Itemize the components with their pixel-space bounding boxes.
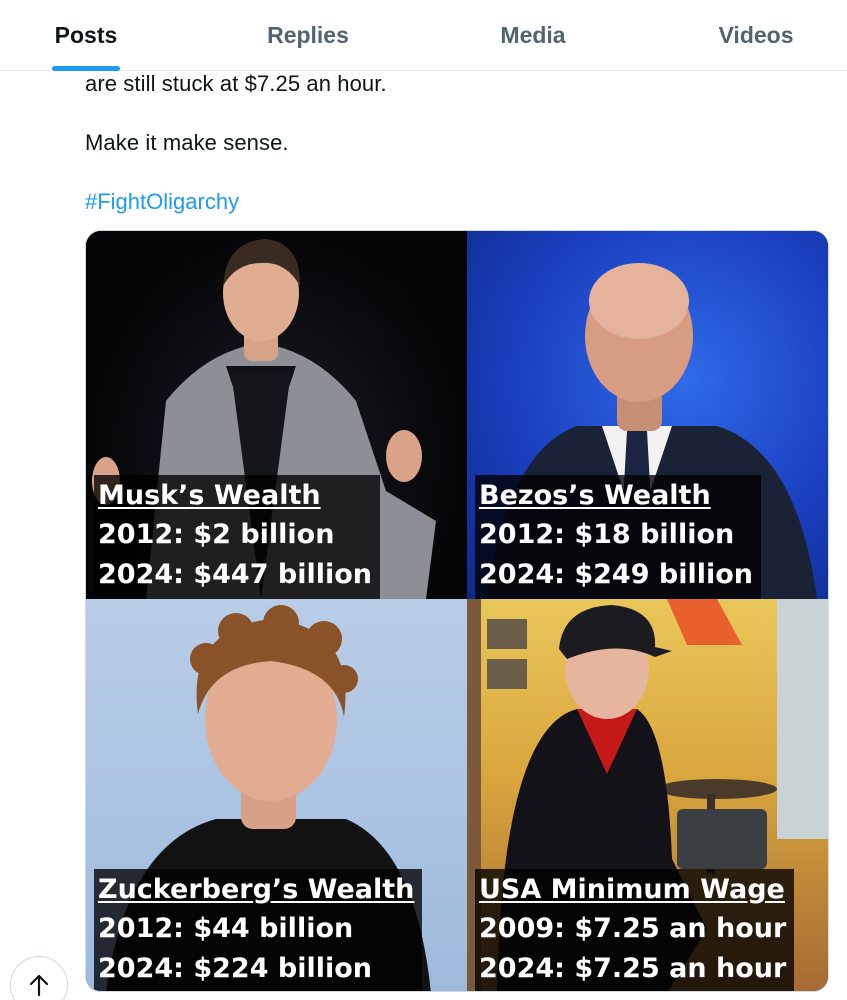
caption-line: 2024: $7.25 an hour bbox=[479, 953, 787, 984]
zuckerberg-caption: Zuckerberg’s Wealth 2012: $44 billion 20… bbox=[94, 869, 423, 991]
caption-line: 2024: $224 billion bbox=[98, 953, 373, 984]
caption-line: 2024: $249 billion bbox=[479, 559, 754, 590]
minimum-wage-caption: USA Minimum Wage 2009: $7.25 an hour 202… bbox=[475, 869, 795, 991]
tab-videos-label: Videos bbox=[718, 22, 794, 48]
zuckerberg-photo-panel: Zuckerberg’s Wealth 2012: $44 billion 20… bbox=[86, 599, 467, 991]
tab-videos[interactable]: Videos bbox=[700, 0, 812, 70]
caption-title: USA Minimum Wage bbox=[479, 874, 785, 905]
minimum-wage-worker-panel: USA Minimum Wage 2009: $7.25 an hour 202… bbox=[467, 599, 828, 991]
bezos-photo-panel: Bezos’s Wealth 2012: $18 billion 2024: $… bbox=[467, 231, 828, 599]
caption-line: 2009: $7.25 an hour bbox=[479, 913, 787, 944]
post-text-line: are still stuck at $7.25 an hour. bbox=[85, 71, 387, 96]
tab-media[interactable]: Media bbox=[480, 0, 586, 70]
tab-replies-label: Replies bbox=[267, 22, 349, 48]
profile-tabs: Posts Replies Media Videos bbox=[0, 0, 847, 71]
scroll-to-top-button[interactable] bbox=[10, 956, 68, 1000]
hashtag-link[interactable]: #FightOligarchy bbox=[85, 189, 239, 215]
arrow-up-icon bbox=[29, 974, 49, 997]
bezos-caption: Bezos’s Wealth 2012: $18 billion 2024: $… bbox=[475, 475, 762, 599]
tab-replies[interactable]: Replies bbox=[250, 0, 366, 70]
caption-line: 2024: $447 billion bbox=[98, 559, 373, 590]
post-image[interactable]: Musk’s Wealth 2012: $2 billion 2024: $44… bbox=[85, 230, 829, 992]
musk-caption: Musk’s Wealth 2012: $2 billion 2024: $44… bbox=[94, 475, 381, 599]
post-text-line: Make it make sense. bbox=[85, 130, 289, 155]
tab-posts[interactable]: Posts bbox=[30, 0, 142, 71]
tab-posts-label: Posts bbox=[54, 22, 118, 48]
caption-title: Zuckerberg’s Wealth bbox=[98, 874, 415, 905]
tab-media-label: Media bbox=[500, 22, 566, 48]
caption-title: Musk’s Wealth bbox=[98, 480, 321, 511]
caption-line: 2012: $2 billion bbox=[98, 519, 335, 550]
caption-title: Bezos’s Wealth bbox=[479, 480, 711, 511]
caption-line: 2012: $18 billion bbox=[479, 519, 735, 550]
active-tab-indicator bbox=[52, 66, 120, 71]
caption-line: 2012: $44 billion bbox=[98, 913, 354, 944]
musk-photo-panel: Musk’s Wealth 2012: $2 billion 2024: $44… bbox=[86, 231, 467, 599]
